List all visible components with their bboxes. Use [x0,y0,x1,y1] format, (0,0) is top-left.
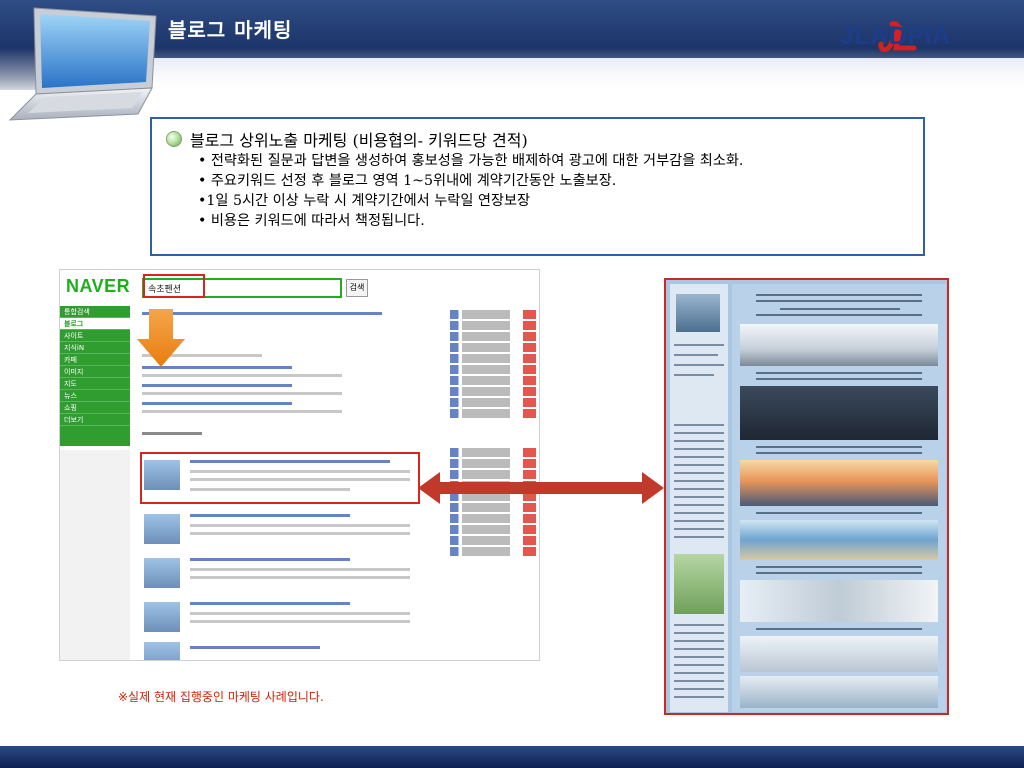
result-line [190,558,350,561]
sidebar-item[interactable]: 지도 [60,378,130,390]
naver-filter-panel [60,450,130,660]
result-line [190,514,350,517]
result-line [190,646,320,649]
blog-image-map [740,386,938,440]
naver-search-button[interactable]: 검색 [346,279,368,297]
slide-title: 블로그 마케팅 [168,18,293,42]
blog-image-building [740,324,938,366]
result-line [142,374,342,377]
result-line [190,524,410,527]
result-line [190,576,410,579]
sidebar-item[interactable]: 카페 [60,354,130,366]
result-line [190,612,410,615]
realtime-ranking-panel [450,310,536,558]
naver-search-screenshot: NAVER 속초펜션 검색 통합검색 블로그 사이트 지식iN 카페 이미지 지… [59,269,540,661]
naver-sidebar: 통합검색 블로그 사이트 지식iN 카페 이미지 지도 뉴스 쇼핑 더보기 [60,306,130,446]
blog-post-screenshot [664,278,949,715]
result-line [190,532,410,535]
sidebar-item[interactable]: 지식iN [60,342,130,354]
result-thumbnail [144,558,180,588]
result-line [142,402,292,405]
result-line [142,392,342,395]
sidebar-item[interactable]: 통합검색 [60,306,130,318]
info-list: • 전략화된 질문과 답변을 생성하여 홍보성을 가능한 배제하여 광고에 대한… [198,151,743,231]
blog-image-room [740,580,938,622]
example-caption: ※실제 현재 집행중인 마케팅 사례입니다. [118,690,324,704]
info-heading: 블로그 상위노출 마케팅 (비용협의- 키워드당 견적) [190,131,528,150]
blog-image-interior [740,676,938,708]
slide-footer [0,746,1024,768]
double-arrow-icon [418,472,664,504]
result-line [142,410,342,413]
sidebar-item-blog[interactable]: 블로그 [60,318,130,330]
sidebar-image [674,554,724,614]
info-box: 블로그 상위노출 마케팅 (비용협의- 키워드당 견적) • 전략화된 질문과 … [150,117,925,256]
naver-logo: NAVER [66,276,131,296]
sidebar-item[interactable]: 뉴스 [60,390,130,402]
blog-main-content [732,284,946,712]
info-item: •1일 5시간 이상 누락 시 계약기간에서 누락일 연장보장 [198,193,531,209]
result-thumbnail [144,602,180,632]
laptop-illustration [8,7,157,121]
sidebar-item[interactable]: 더보기 [60,414,130,426]
blog-sidebar [670,284,728,712]
sidebar-item[interactable]: 사이트 [60,330,130,342]
result-thumbnail [144,514,180,544]
blog-image-bath [740,636,938,672]
info-item: • 주요키워드 선정 후 블로그 영역 1~5위내에 계약기간동안 노출보장. [198,173,617,189]
profile-photo [676,294,720,332]
blog-image-sunrise [740,460,938,506]
query-highlight-box [143,274,205,298]
info-item: • 비용은 키워드에 따라서 책정됩니다. [198,213,425,229]
sidebar-item[interactable]: 이미지 [60,366,130,378]
section-title-line [142,432,202,435]
result-line [190,602,350,605]
result-thumbnail [144,642,180,660]
logo-text: JLADPIA [840,22,951,50]
blog-image-beach [740,520,938,560]
sidebar-item[interactable]: 쇼핑 [60,402,130,414]
result-line [142,384,292,387]
result-line [190,620,410,623]
info-item: • 전략화된 질문과 답변을 생성하여 홍보성을 가능한 배제하여 광고에 대한… [198,153,744,169]
result-highlight-box [140,452,420,504]
result-line [190,568,410,571]
down-arrow-icon [137,309,185,367]
